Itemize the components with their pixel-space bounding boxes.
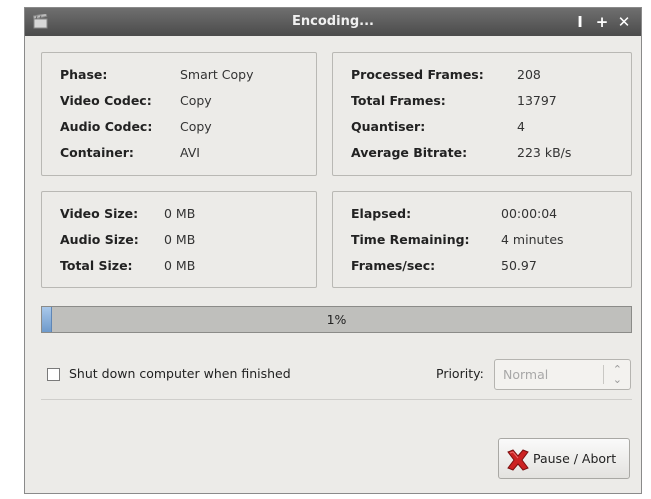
priority-select[interactable]: Normal ⌃ ⌄ [494, 359, 631, 390]
title-bar[interactable]: Encoding... I + ✕ [25, 8, 641, 36]
total-frames-value: 13797 [517, 93, 557, 108]
processed-frames-value: 208 [517, 67, 541, 82]
video-size-value: 0 MB [164, 206, 196, 221]
container-label: Container: [60, 145, 134, 160]
shutdown-checkbox[interactable] [47, 368, 60, 381]
audio-codec-value: Copy [180, 119, 212, 134]
video-codec-value: Copy [180, 93, 212, 108]
total-frames-label: Total Frames: [351, 93, 446, 108]
select-separator [603, 365, 604, 384]
frame-stats-group: Processed Frames: 208 Total Frames: 1379… [332, 52, 632, 176]
quantiser-value: 4 [517, 119, 525, 134]
quantiser-label: Quantiser: [351, 119, 426, 134]
total-size-label: Total Size: [60, 258, 133, 273]
container-value: AVI [180, 145, 200, 160]
priority-select-value: Normal [503, 367, 549, 382]
priority-label: Priority: [436, 366, 484, 381]
timing-group: Elapsed: 00:00:04 Time Remaining: 4 minu… [332, 191, 632, 288]
frames-per-sec-value: 50.97 [501, 258, 537, 273]
video-codec-label: Video Codec: [60, 93, 152, 108]
average-bitrate-label: Average Bitrate: [351, 145, 468, 160]
pause-abort-button[interactable]: Pause / Abort [498, 438, 630, 479]
audio-size-label: Audio Size: [60, 232, 139, 247]
close-button[interactable]: ✕ [615, 12, 633, 32]
total-size-value: 0 MB [164, 258, 196, 273]
maximize-button[interactable]: + [593, 12, 611, 32]
average-bitrate-value: 223 kB/s [517, 145, 572, 160]
elapsed-value: 00:00:04 [501, 206, 558, 221]
progress-text: 1% [326, 312, 347, 327]
chevron-updown-icon: ⌃ ⌄ [612, 363, 622, 386]
shutdown-checkbox-label[interactable]: Shut down computer when finished [69, 366, 291, 381]
sizes-group: Video Size: 0 MB Audio Size: 0 MB Total … [41, 191, 317, 288]
minimize-button[interactable]: I [571, 12, 589, 32]
codec-info-group: Phase: Smart Copy Video Codec: Copy Audi… [41, 52, 317, 176]
divider [41, 399, 632, 400]
video-size-label: Video Size: [60, 206, 139, 221]
red-x-icon [507, 449, 529, 471]
phase-label: Phase: [60, 67, 108, 82]
audio-size-value: 0 MB [164, 232, 196, 247]
audio-codec-label: Audio Codec: [60, 119, 153, 134]
elapsed-label: Elapsed: [351, 206, 412, 221]
time-remaining-label: Time Remaining: [351, 232, 470, 247]
frames-per-sec-label: Frames/sec: [351, 258, 436, 273]
encoding-progress-bar: 1% [41, 306, 632, 333]
processed-frames-label: Processed Frames: [351, 67, 484, 82]
phase-value: Smart Copy [180, 67, 254, 82]
pause-abort-label: Pause / Abort [533, 451, 617, 466]
window-title: Encoding... [292, 14, 374, 29]
time-remaining-value: 4 minutes [501, 232, 564, 247]
